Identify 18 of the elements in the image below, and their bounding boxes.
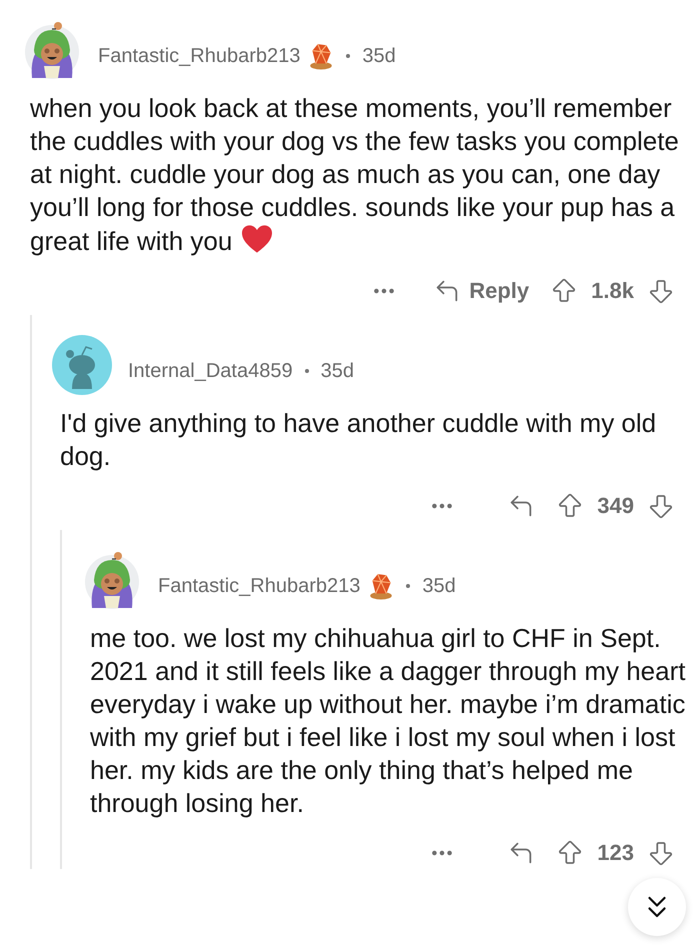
username[interactable]: Internal_Data4859	[128, 356, 293, 386]
comment-text: me too. we lost my chihuahua girl to CHF in Sept. 2021 and it still feels like a dagger through my heart everyday i wake up without her. maybe i’m dramatic with my grief but i feel like i lost my soul when i lost her. my kids are the only thing that’s helped me through losing her.	[90, 622, 686, 820]
avatar-icon	[52, 335, 112, 395]
scroll-down-button[interactable]	[628, 878, 686, 936]
avatar-icon	[82, 550, 142, 610]
comment-text: I'd give anything to have another cuddle with my old dog.	[60, 407, 658, 473]
reply-button[interactable]: Reply	[433, 274, 530, 307]
comment-text: when you look back at these moments, you’ll remember the cuddles with your dog vs the few tasks you complete at night. cuddle your dog as much as you can, one day you’ll long for those cuddles. sounds like your pup has a great life with you	[30, 92, 680, 258]
username[interactable]: Fantastic_Rhubarb213	[158, 571, 360, 601]
heart-icon	[240, 224, 274, 254]
username[interactable]: Fantastic_Rhubarb213	[98, 41, 300, 71]
timestamp: 35d	[362, 44, 396, 69]
timestamp: 35d	[320, 359, 354, 384]
avatar-icon	[22, 20, 82, 80]
vote-count: 349	[597, 492, 634, 520]
timestamp: 35d	[422, 574, 456, 599]
vote-count: 123	[597, 839, 634, 867]
vote-count: 1.8k	[591, 277, 634, 305]
